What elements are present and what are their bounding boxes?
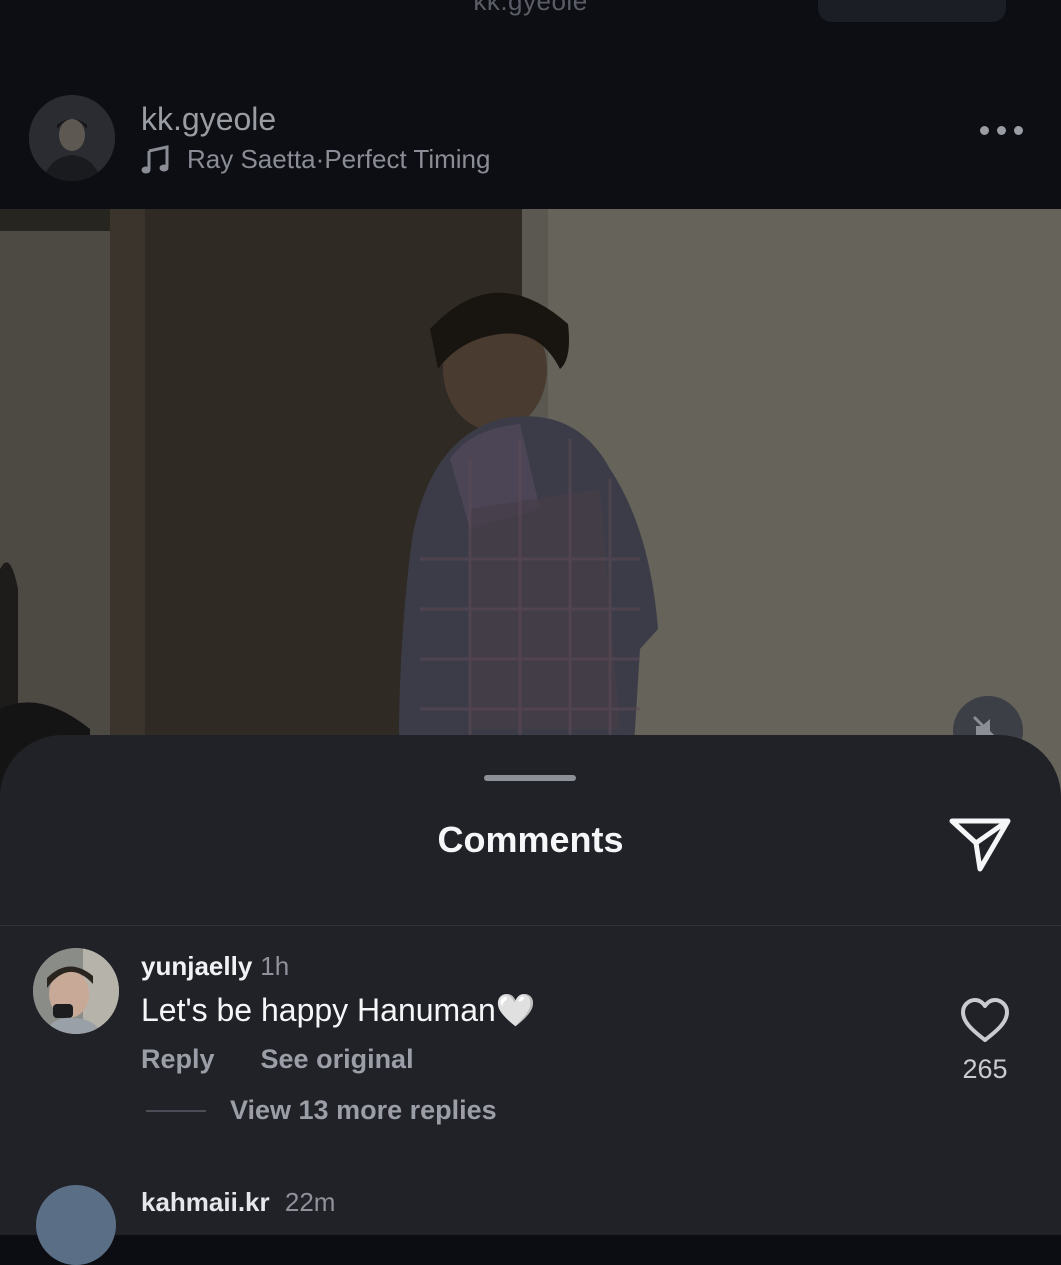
avatar[interactable] [36,1185,116,1265]
comment-actions: Reply See original [141,1044,414,1075]
comment-text: Let's be happy Hanuman🤍 [141,992,536,1028]
comment-time: 22m [284,1187,336,1217]
more-horizontal-icon[interactable] [980,126,1023,135]
follow-button[interactable] [818,0,1006,22]
music-note-icon [141,144,169,173]
comment-username-text: yunjaelly [141,951,253,981]
comment-time: 1h [260,951,290,981]
comment-username[interactable]: yunjaelly 1h [141,951,289,982]
post-username[interactable]: kk.gyeole [141,101,276,138]
replies-line [146,1109,206,1112]
like-count: 265 [962,1054,1008,1084]
reply-button[interactable]: Reply [141,1044,215,1075]
view-replies-label: View 13 more replies [230,1095,497,1125]
music-separator: · [315,144,325,174]
avatar[interactable] [33,948,119,1034]
send-icon[interactable] [948,813,1012,882]
avatar[interactable] [29,95,115,181]
sheet-title: Comments [437,819,624,860]
post-header: kk.gyeole Ray Saetta · Perfect Timing [0,64,1061,209]
comment-username-text: kahmaii.kr [141,1187,270,1217]
see-original-button[interactable]: See original [261,1044,414,1075]
post-media[interactable] [0,209,1061,809]
post-photo [0,209,1061,809]
comments-sheet: Comments yunjaelly 1h Let's be happy Hanu… [0,735,1061,1265]
comment-username[interactable]: kahmaii.kr 22m [141,1187,335,1218]
top-bar: kk.gyeole [0,0,1061,65]
sheet-grabber[interactable] [484,775,576,781]
music-title: Perfect Timing [324,144,491,174]
heart-icon[interactable] [960,998,1010,1049]
music-info[interactable]: Ray Saetta · Perfect Timing [141,144,490,175]
view-replies-button[interactable]: View 13 more replies [146,1095,497,1126]
music-artist: Ray Saetta [187,144,316,174]
comment-item: yunjaelly 1h Let's be happy Hanuman🤍 Repl… [0,926,1061,1146]
